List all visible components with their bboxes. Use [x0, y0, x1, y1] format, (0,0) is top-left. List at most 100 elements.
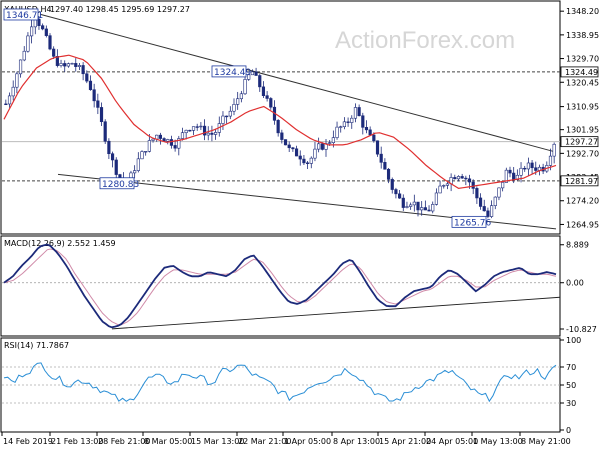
level-tag-label: 1281.97	[565, 177, 598, 186]
candle-body	[287, 144, 291, 149]
candle-body	[501, 182, 505, 189]
candle-body	[442, 185, 446, 187]
candle-body	[398, 193, 402, 199]
candle-body	[140, 151, 144, 160]
candle-body	[110, 153, 115, 161]
candle-body	[497, 187, 501, 198]
candle-body	[258, 75, 262, 88]
macd-tick-label: -10.827	[566, 325, 597, 334]
candle-body	[103, 121, 107, 142]
x-tick-label: 15 Apr 21:00	[379, 437, 431, 446]
candle-body	[11, 86, 15, 97]
candle-body	[478, 197, 483, 207]
candle-body	[350, 117, 354, 123]
candle-body	[99, 107, 104, 123]
candle-body	[236, 98, 240, 105]
candle-body	[18, 59, 23, 75]
price-tick-label: 1292.70	[566, 149, 599, 158]
candle-body	[214, 132, 218, 135]
candle-body	[169, 139, 174, 146]
candle-body	[427, 209, 431, 212]
candle-body	[59, 63, 63, 66]
candle-body	[77, 65, 82, 67]
candle-body	[386, 168, 391, 180]
candle-body	[133, 170, 137, 174]
candle-body	[144, 151, 148, 153]
candle-body	[48, 35, 52, 50]
candle-body	[383, 162, 387, 170]
candle-body	[548, 155, 553, 166]
candle-body	[416, 201, 420, 211]
candle-body	[180, 132, 185, 139]
candle-body	[66, 63, 70, 67]
candle-body	[335, 126, 339, 138]
candle-body	[4, 103, 8, 106]
candle-body	[265, 95, 269, 99]
price-tick-label: 1274.20	[566, 197, 599, 206]
candle-body	[228, 110, 232, 117]
candle-body	[283, 139, 288, 146]
candle-body	[22, 50, 26, 61]
x-tick-label: 14 Feb 2019	[3, 437, 53, 446]
rsi-tick-label: 50	[566, 381, 576, 390]
candle-body	[114, 159, 118, 175]
annotation-label: 1324.49	[214, 68, 251, 78]
candle-body	[420, 207, 424, 211]
candle-body	[438, 185, 442, 194]
candle-body	[96, 100, 100, 108]
candle-body	[254, 71, 258, 76]
candle-body	[534, 167, 538, 171]
candle-body	[41, 25, 45, 30]
candle-body	[85, 73, 89, 82]
watermark: ActionForex.com	[335, 27, 515, 54]
candle-body	[221, 115, 225, 124]
candle-body	[482, 206, 486, 212]
candle-body	[471, 181, 475, 189]
candle-body	[445, 183, 450, 186]
candle-body	[526, 162, 530, 170]
rsi-header: RSI(14) 71.7867	[4, 341, 69, 350]
candle-body	[261, 86, 266, 96]
price-tick-label: 1301.95	[566, 126, 599, 135]
candle-body	[401, 197, 405, 208]
level-tag-label: 1297.27	[565, 138, 598, 147]
candle-body	[552, 143, 556, 157]
candle-body	[357, 107, 361, 117]
candle-body	[431, 204, 435, 212]
candle-body	[519, 167, 523, 176]
x-tick-label: 1 May 13:00	[473, 437, 523, 446]
candle-body	[467, 178, 472, 183]
rsi-tick-label: 100	[566, 336, 581, 345]
candle-body	[394, 189, 398, 195]
candle-body	[269, 98, 273, 108]
candle-body	[412, 201, 416, 206]
candle-body	[390, 179, 394, 190]
candle-body	[328, 142, 332, 144]
candle-body	[294, 148, 299, 157]
candle-body	[210, 132, 214, 135]
macd-tick-label: 0.00	[566, 279, 584, 288]
candle-body	[239, 93, 243, 100]
candle-body	[81, 65, 85, 75]
candle-body	[184, 129, 188, 134]
price-tick-label: 1310.95	[566, 103, 599, 112]
price-tick-label: 1348.20	[566, 7, 599, 16]
candle-body	[320, 143, 324, 150]
x-tick-label: 15 Mar 13:00	[191, 437, 244, 446]
candle-body	[276, 120, 280, 134]
candle-body	[44, 28, 48, 36]
macd-header: MACD(12,26,9) 2.552 1.459	[4, 239, 116, 248]
price-tick-label: 1338.95	[566, 31, 599, 40]
candle-body	[379, 153, 383, 163]
candle-body	[493, 196, 497, 206]
candle-body	[26, 35, 30, 52]
candle-body	[7, 95, 12, 105]
x-tick-label: 8 May 21:00	[521, 437, 571, 446]
candle-body	[291, 147, 295, 150]
candle-body	[361, 115, 365, 128]
candle-body	[70, 63, 74, 65]
candle-body	[331, 137, 335, 143]
candle-body	[342, 121, 346, 128]
candle-body	[151, 138, 155, 141]
x-tick-label: 28 Feb 21:00	[98, 437, 150, 446]
